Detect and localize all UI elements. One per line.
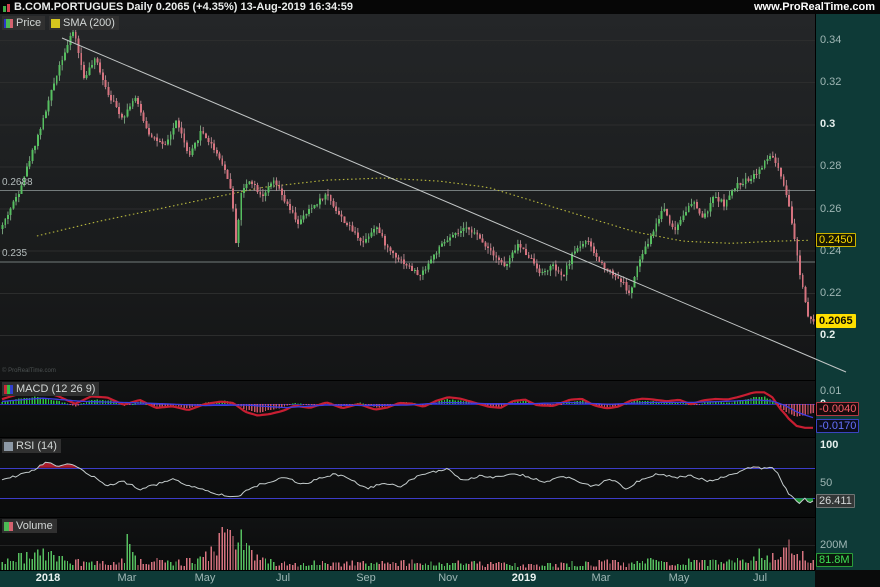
legend-volume-label: Volume: [16, 519, 53, 533]
trendline: [62, 38, 846, 372]
legend-sma-label: SMA (200): [63, 16, 115, 30]
legend-price-label: Price: [16, 16, 41, 30]
candle-bodies: [2, 32, 815, 321]
volume-bars: [2, 527, 814, 570]
volume-swatch-icon: [4, 522, 13, 531]
legend-macd[interactable]: MACD (12 26 9): [2, 382, 99, 396]
legend-macd-label: MACD (12 26 9): [16, 382, 95, 396]
chart-canvas[interactable]: [0, 0, 880, 587]
price-gridlines: [0, 41, 815, 336]
legend-rsi-label: RSI (14): [16, 439, 57, 453]
sma-swatch-icon: [51, 19, 60, 28]
sma-line: [37, 178, 809, 243]
legend-rsi[interactable]: RSI (14): [2, 439, 61, 453]
macd-histogram: [2, 397, 814, 417]
legend-volume[interactable]: Volume: [2, 519, 57, 533]
legend-price[interactable]: Price: [2, 16, 45, 30]
watermark: © ProRealTime.com: [2, 368, 56, 374]
price-swatch-icon: [4, 19, 13, 28]
candle-wicks: [3, 28, 814, 324]
title-bar: B.COM.PORTUGUES Daily 0.2065 (+4.35%) 13…: [0, 0, 880, 14]
chart-title: B.COM.PORTUGUES Daily 0.2065 (+4.35%) 13…: [14, 1, 353, 13]
legend-sma[interactable]: SMA (200): [49, 16, 119, 30]
prorealtime-link[interactable]: www.ProRealTime.com: [754, 1, 880, 13]
macd-line: [2, 391, 813, 428]
instrument-icon: [3, 3, 10, 12]
prorealtime-chart-window: B.COM.PORTUGUES Daily 0.2065 (+4.35%) 13…: [0, 0, 880, 587]
macd-signal-line: [2, 398, 813, 417]
macd-swatch-icon: [4, 385, 13, 394]
rsi-swatch-icon: [4, 442, 13, 451]
